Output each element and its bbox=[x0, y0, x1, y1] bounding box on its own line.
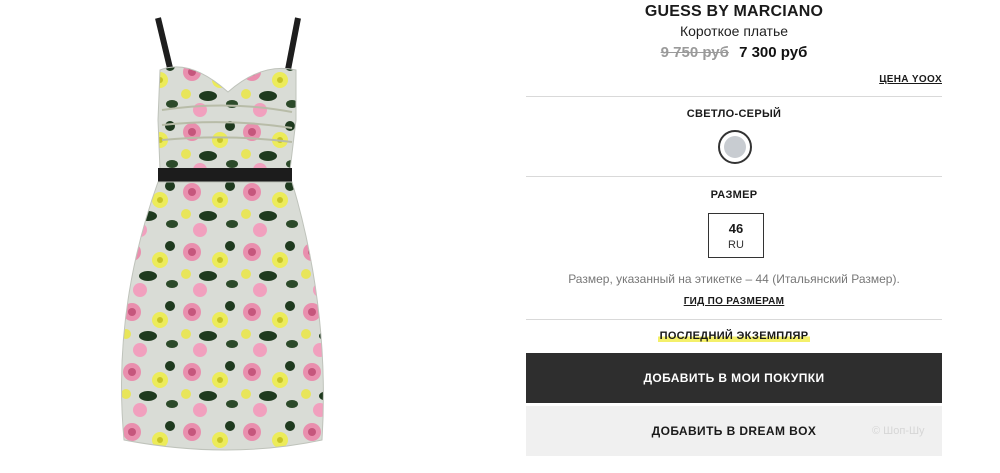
current-price: 7 300 руб bbox=[739, 44, 808, 61]
divider bbox=[526, 176, 942, 177]
size-guide-link[interactable]: ГИД ПО РАЗМЕРАМ bbox=[684, 296, 785, 307]
price-row: 9 750 руб 7 300 руб bbox=[526, 44, 942, 61]
watermark: © Шоп-Шу bbox=[872, 425, 925, 437]
stock-status: ПОСЛЕДНИЙ ЭКЗЕМПЛЯР bbox=[526, 330, 942, 342]
product-detail-panel: GUESS BY MARCIANO Короткое платье 9 750 … bbox=[526, 0, 942, 473]
color-label: СВЕТЛО-СЕРЫЙ bbox=[686, 108, 782, 120]
product-image[interactable] bbox=[0, 0, 470, 473]
product-name: Короткое платье bbox=[679, 23, 789, 39]
old-price: 9 750 руб bbox=[660, 44, 729, 61]
add-to-cart-button[interactable]: ДОБАВИТЬ В МОИ ПОКУПКИ bbox=[526, 353, 942, 403]
size-heading: РАЗМЕР bbox=[710, 189, 758, 201]
dress-illustration bbox=[121, 17, 324, 451]
size-system: RU bbox=[728, 239, 744, 251]
size-guide: ГИД ПО РАЗМЕРАМ bbox=[526, 296, 942, 307]
swatch-fill bbox=[724, 136, 746, 158]
divider bbox=[526, 96, 942, 97]
size-option-46[interactable]: 46 RU bbox=[708, 213, 764, 258]
divider bbox=[526, 319, 942, 320]
size-note: Размер, указанный на этикетке – 44 (Итал… bbox=[568, 272, 900, 286]
size-value: 46 bbox=[728, 221, 744, 236]
price-info-link[interactable]: ЦЕНА YOOX bbox=[879, 74, 942, 85]
last-item-label: ПОСЛЕДНИЙ ЭКЗЕМПЛЯР bbox=[657, 330, 811, 342]
brand-name: GUESS BY MARCIANO bbox=[644, 3, 824, 20]
color-swatch-light-gray[interactable] bbox=[718, 130, 752, 164]
